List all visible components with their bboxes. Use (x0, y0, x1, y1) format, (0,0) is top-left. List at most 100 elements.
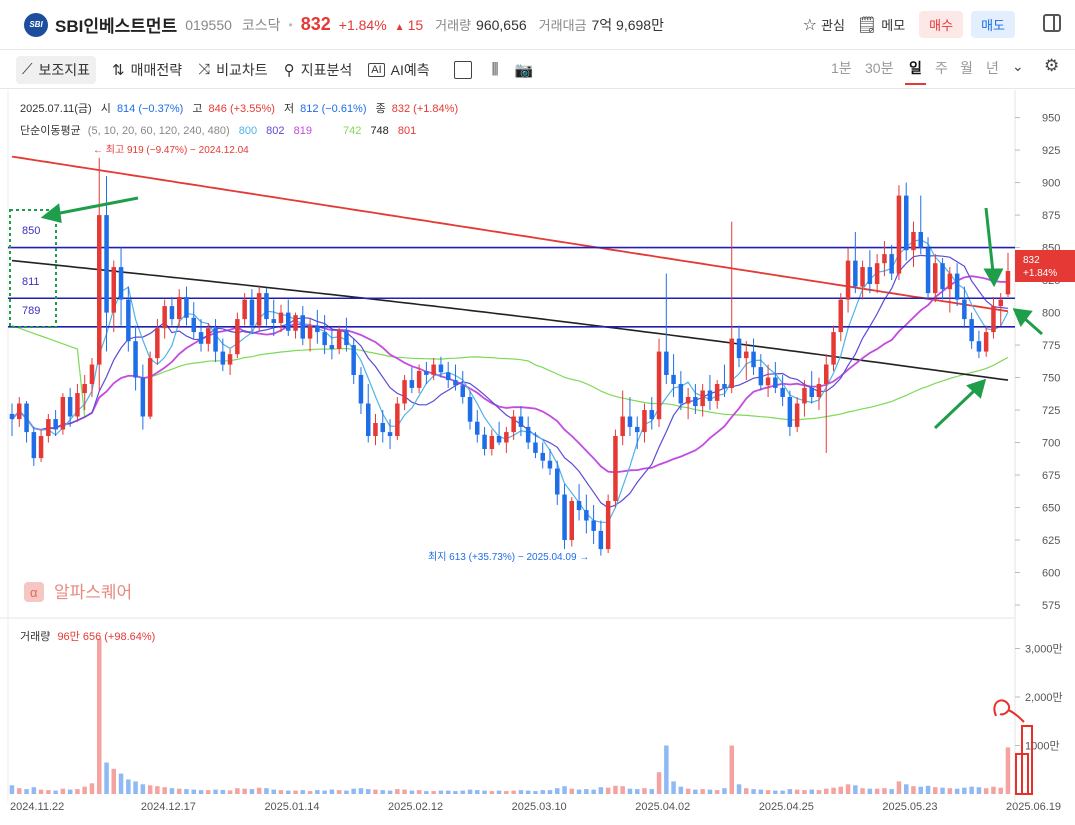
compare-button[interactable]: ⤨ 비교차트 (198, 60, 268, 80)
volume-bar (366, 789, 371, 794)
volume-bar (882, 788, 887, 794)
candle-body (118, 267, 124, 300)
info-line: 2025.07.11(금) 시 814 (−0.37%) 고 846 (+3.5… (20, 102, 458, 115)
candlestick-icon: ⫼ (491, 61, 499, 78)
candle-body (97, 215, 102, 365)
ma20-value: 819 (294, 125, 312, 137)
chevron-down-icon[interactable]: ⌄ (1012, 58, 1024, 75)
high-value: 846 (+3.55%) (209, 103, 275, 115)
ai-predict-button[interactable]: AI AI예측 (368, 60, 430, 80)
settings-gear-icon[interactable]: ⚙ (1044, 56, 1059, 76)
volume-bar (453, 791, 458, 794)
candle-body (213, 328, 218, 352)
candle-body (845, 260, 851, 300)
analysis-button[interactable]: ⚲ 지표분석 (284, 60, 353, 80)
candle-body (366, 403, 371, 436)
volume-bar (860, 788, 865, 794)
price-tick-label: 775 (1042, 340, 1060, 352)
candle-body (911, 232, 916, 251)
period-year[interactable]: 년 (986, 58, 999, 78)
candle-body (569, 501, 574, 540)
period-30min[interactable]: 30분 (865, 58, 893, 78)
volume-tick-label: 2,000만 (1025, 691, 1063, 704)
volume-bar (75, 789, 80, 794)
period-week[interactable]: 주 (935, 58, 948, 78)
watch-button[interactable]: ☆ 관심 (803, 15, 845, 35)
chart-grid (7, 90, 1016, 802)
volume-bar (67, 789, 73, 794)
candle-body (576, 501, 582, 511)
indicator-button[interactable]: ⟋ 보조지표 (16, 55, 97, 84)
candles-group (9, 157, 1011, 556)
candle-body (685, 397, 691, 404)
volume-bar (184, 789, 189, 794)
volume-bar (824, 788, 829, 794)
candle-body (242, 299, 247, 320)
volume-bar (664, 745, 669, 794)
candle-body (31, 432, 37, 459)
ma60-line (11, 325, 1009, 421)
candle-body (126, 299, 131, 342)
screenshot-button[interactable]: 📷 (515, 61, 540, 79)
volume-bar (787, 789, 793, 794)
volume-bar (235, 788, 240, 794)
period-1min[interactable]: 1분 (831, 58, 852, 78)
candle-type-button[interactable]: ⫼ (492, 61, 505, 78)
volume-bar (911, 786, 916, 794)
volume-bar (605, 787, 611, 794)
memo-icon: 🗒 (856, 16, 878, 34)
volume-bar (118, 773, 124, 794)
period-month[interactable]: 월 (960, 58, 973, 78)
strategy-button[interactable]: ⇅ 매매전략 (112, 60, 182, 80)
volume-bar (256, 787, 262, 794)
volume-bar (591, 789, 596, 794)
side-panel-icon[interactable] (1043, 14, 1061, 32)
candle-body (983, 332, 989, 352)
candle-body (511, 416, 516, 433)
volume-bar (845, 784, 851, 794)
date-tick-label: 2025.04.25 (759, 801, 814, 813)
candle-body (998, 299, 1003, 307)
candle-body (969, 319, 974, 342)
candle-body (60, 397, 66, 430)
memo-button[interactable]: 🗒 메모 (857, 15, 905, 35)
ma5-line (11, 239, 1009, 523)
candle-body (838, 299, 843, 333)
price-tick-label: 900 (1042, 178, 1060, 190)
candle-body (664, 351, 669, 375)
sell-button[interactable]: 매도 (971, 11, 1015, 38)
volume-bar (584, 789, 589, 794)
candle-body (249, 299, 255, 326)
price-tag-pct: +1.84% (1023, 268, 1057, 279)
low-annotation: 최지 613 (+35.73%) − 2025.04.09 → (428, 551, 589, 563)
volume-bar (962, 787, 967, 794)
candle-body (591, 520, 596, 531)
candle-body (67, 397, 73, 417)
buy-button[interactable]: 매수 (919, 11, 964, 38)
volume-bar (126, 779, 131, 795)
watermark-text: 알파스퀘어 (54, 583, 132, 602)
period-day[interactable]: 일 (905, 58, 926, 85)
candle-body (278, 312, 284, 323)
candle-body (1005, 271, 1011, 295)
candlestick-chart[interactable]: 9509259008758508258007757507257006756506… (0, 90, 1075, 825)
volume-bar (700, 789, 705, 794)
candle-body (111, 267, 116, 313)
volume-bar (969, 786, 974, 794)
candle-body (191, 317, 196, 333)
change-value-text: 15 (407, 16, 424, 33)
volume-bar (874, 788, 880, 794)
volume-bar (1005, 747, 1011, 794)
square-toggle-icon[interactable] (453, 60, 472, 79)
volume-bar (329, 789, 335, 794)
volume-bar (344, 790, 349, 794)
volume-bar (729, 745, 734, 794)
candle-body (453, 380, 458, 386)
volume-bar (773, 790, 778, 794)
candle-body (656, 351, 662, 420)
volume-bar (475, 790, 480, 794)
candle-body (947, 273, 953, 290)
price-tick-label: 675 (1042, 470, 1060, 482)
up-triangle-icon: ▲ (394, 21, 405, 33)
candle-body (896, 195, 902, 274)
